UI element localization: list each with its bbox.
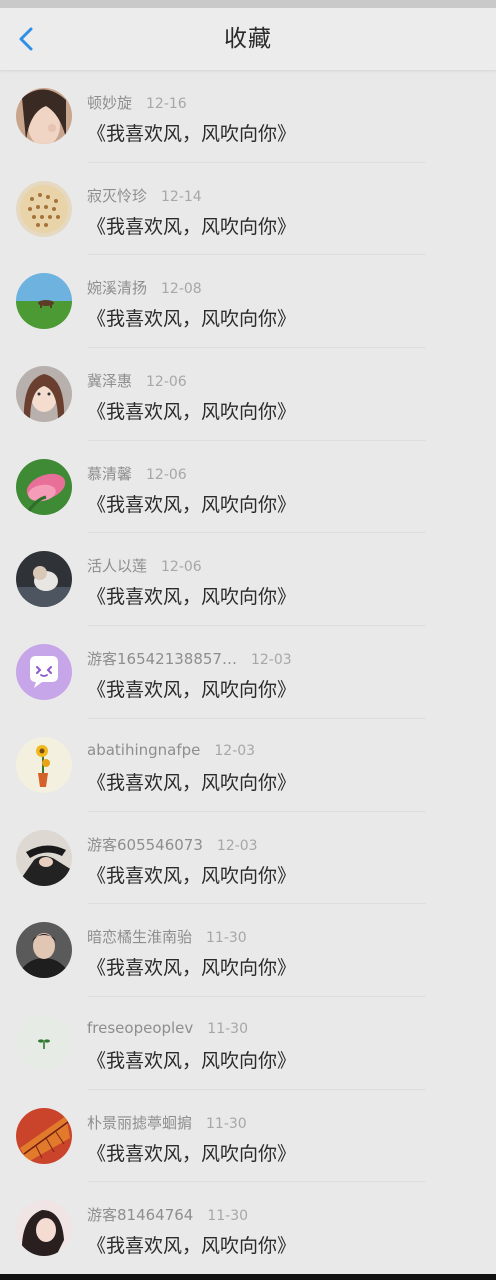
avatar[interactable] xyxy=(16,736,72,793)
item-date: 12-03 xyxy=(216,837,258,854)
user-name[interactable]: 活人以莲 xyxy=(87,557,147,575)
user-name[interactable]: 暗恋橘生淮南骀 xyxy=(87,928,192,946)
avatar[interactable] xyxy=(16,458,72,515)
status-bar xyxy=(0,0,496,8)
item-message: 《我喜欢风，风吹向你》 xyxy=(87,771,297,794)
item-date: 12-06 xyxy=(161,559,202,576)
list-item[interactable]: 朴景丽摅葶蛔掮 11-30 《我喜欢风，风吹向你》 xyxy=(0,1090,496,1183)
item-message: 《我喜欢风，风吹向你》 xyxy=(87,215,297,238)
item-date: 11-30 xyxy=(207,1020,248,1037)
item-date: 12-03 xyxy=(250,652,292,669)
list-item[interactable]: 寂灭怜珍 12-14 《我喜欢风，风吹向你》 xyxy=(0,163,496,256)
list-item[interactable]: 婉溪清扬 12-08 《我喜欢风，风吹向你》 xyxy=(0,255,496,349)
list-item[interactable]: 游客605546073 12-03 《我喜欢风，风吹向你》 xyxy=(0,812,496,905)
item-date: 11-30 xyxy=(207,1208,249,1225)
item-date: 12-16 xyxy=(146,96,187,112)
list-item[interactable]: 慕清馨 12-06 《我喜欢风，风吹向你》 xyxy=(0,441,496,534)
item-message: 《我喜欢风，风吹向你》 xyxy=(87,864,297,887)
avatar[interactable] xyxy=(16,273,72,330)
user-name[interactable]: 朴景丽摅葶蛔掮 xyxy=(87,1114,192,1132)
user-name[interactable]: freseopeoplev xyxy=(87,1019,193,1037)
avatar[interactable] xyxy=(16,88,72,144)
avatar[interactable] xyxy=(16,180,72,237)
user-name[interactable]: 慕清馨 xyxy=(87,465,132,483)
list-item[interactable]: 暗恋橘生淮南骀 11-30 《我喜欢风，风吹向你》 xyxy=(0,904,496,997)
item-message: 《我喜欢风，风吹向你》 xyxy=(87,957,297,980)
list-item[interactable]: 活人以莲 12-06 《我喜欢风，风吹向你》 xyxy=(0,533,496,627)
favorites-list: 顿妙旋 12-16 《我喜欢风，风吹向你》 寂灭怜珍 12-14 《我喜欢风，风吹向… xyxy=(0,70,496,1275)
bottom-bar xyxy=(0,1274,496,1280)
item-date: 12-06 xyxy=(146,374,187,391)
user-name[interactable]: 游客16542138857… xyxy=(87,650,237,668)
list-item[interactable]: 冀泽惠 12-06 《我喜欢风，风吹向你》 xyxy=(0,348,496,441)
item-message: 《我喜欢风，风吹向你》 xyxy=(87,1049,297,1072)
item-date: 12-06 xyxy=(146,466,187,483)
avatar[interactable] xyxy=(16,551,72,608)
avatar[interactable] xyxy=(16,1200,72,1257)
user-name[interactable]: 冀泽惠 xyxy=(87,372,132,390)
item-message: 《我喜欢风，风吹向你》 xyxy=(87,493,297,516)
user-name[interactable]: 游客605546073 xyxy=(87,836,203,854)
item-date: 12-08 xyxy=(161,281,202,298)
item-message: 《我喜欢风，风吹向你》 xyxy=(87,679,297,702)
item-message: 《我喜欢风，风吹向你》 xyxy=(87,1235,297,1258)
avatar[interactable] xyxy=(16,644,72,701)
item-date: 12-14 xyxy=(161,188,202,205)
item-date: 12-03 xyxy=(214,742,256,759)
user-name[interactable]: abatihingnafpe xyxy=(87,741,200,759)
list-item[interactable]: abatihingnafpe 12-03 《我喜欢风，风吹向你》 xyxy=(0,719,496,812)
item-message: 《我喜欢风，风吹向你》 xyxy=(87,1142,297,1165)
list-item[interactable]: 游客16542138857… 12-03 《我喜欢风，风吹向你》 xyxy=(0,626,496,719)
user-name[interactable]: 游客81464764 xyxy=(87,1206,193,1224)
item-message: 《我喜欢风，风吹向你》 xyxy=(87,401,297,424)
item-message: 《我喜欢风，风吹向你》 xyxy=(87,586,297,609)
page-title: 收藏 xyxy=(224,26,272,52)
avatar[interactable] xyxy=(16,1014,72,1071)
list-item[interactable]: 顿妙旋 12-16 《我喜欢风，风吹向你》 xyxy=(0,70,496,163)
user-name[interactable]: 寂灭怜珍 xyxy=(87,187,147,205)
avatar[interactable] xyxy=(16,366,72,423)
list-item[interactable]: 游客81464764 11-30 《我喜欢风，风吹向你》 xyxy=(0,1182,496,1275)
item-date: 11-30 xyxy=(206,930,247,947)
avatar[interactable] xyxy=(16,1107,72,1164)
user-name[interactable]: 婉溪清扬 xyxy=(87,279,147,297)
user-name[interactable]: 顿妙旋 xyxy=(87,94,132,112)
avatar[interactable] xyxy=(16,829,72,886)
avatar[interactable] xyxy=(16,922,72,979)
item-message: 《我喜欢风，风吹向你》 xyxy=(87,123,297,145)
nav-header: 收藏 xyxy=(0,8,496,71)
item-date: 11-30 xyxy=(206,1115,247,1132)
list-item[interactable]: freseopeoplev 11-30 《我喜欢风，风吹向你》 xyxy=(0,997,496,1090)
item-message: 《我喜欢风，风吹向你》 xyxy=(87,308,297,331)
